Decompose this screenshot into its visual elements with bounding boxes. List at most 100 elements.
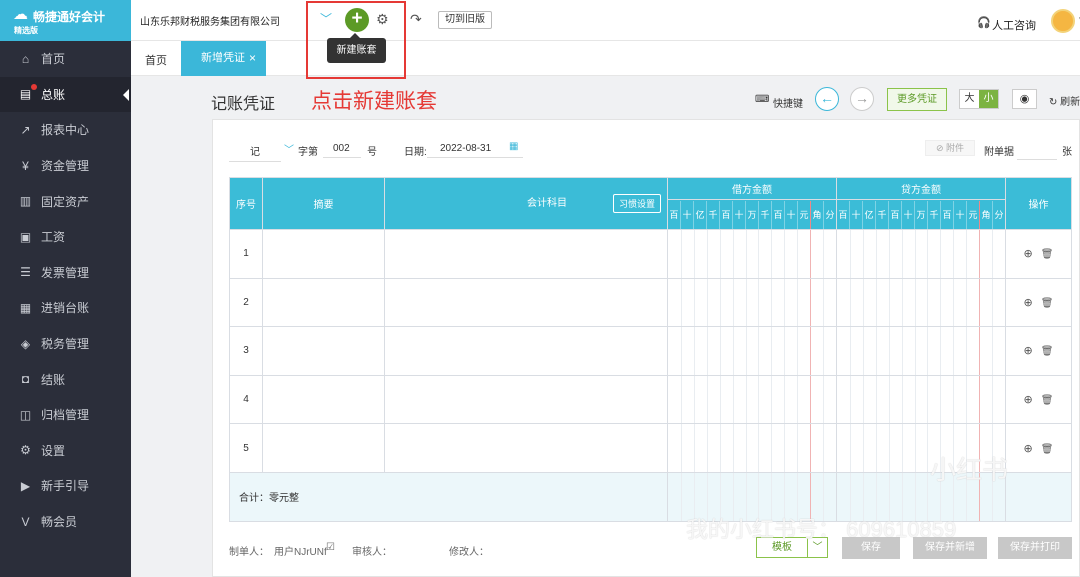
support-link[interactable]: 人工咨询 — [992, 17, 1036, 33]
attachment-button[interactable]: ⊘ 附件 — [925, 140, 975, 156]
digit-gridline — [732, 327, 734, 375]
digit-gridline — [797, 278, 799, 327]
digit-gridline — [771, 375, 773, 424]
account-cell[interactable] — [384, 229, 668, 279]
sidebar-item-10[interactable]: ◫ 归档管理 — [0, 397, 131, 433]
copy-row-icon[interactable]: ⊕ — [1024, 394, 1033, 406]
summary-cell[interactable] — [262, 374, 385, 425]
edit-icon[interactable]: ☑ — [326, 542, 335, 553]
digit-gridline — [745, 424, 747, 472]
ops-header: 操作 — [1005, 177, 1072, 230]
next-voucher-button[interactable]: → — [850, 87, 874, 111]
digit-gridline — [797, 230, 799, 278]
debit-cell[interactable] — [667, 374, 837, 425]
account-cell[interactable] — [384, 374, 668, 425]
voucher-word-select[interactable]: 记 — [229, 143, 281, 162]
sidebar-item-5[interactable]: ▣ 工资 — [0, 219, 131, 255]
sidebar-item-13[interactable]: V 畅会员 — [0, 504, 131, 540]
watermark-id: 我的小红书号： 609610859 — [686, 517, 957, 542]
digit-gridline — [979, 375, 981, 424]
summary-cell[interactable] — [262, 423, 385, 473]
credit-cell[interactable] — [836, 374, 1006, 425]
sidebar-item-11[interactable]: ⚙ 设置 — [0, 433, 131, 469]
avatar[interactable] — [1051, 9, 1075, 33]
account-cell[interactable] — [384, 326, 668, 376]
sidebar-item-label: 工资 — [41, 230, 66, 245]
credit-cell[interactable] — [836, 326, 1006, 376]
summary-cell[interactable] — [262, 229, 385, 279]
app-name: 畅捷通好会计 — [33, 10, 106, 24]
debit-cell[interactable] — [667, 277, 837, 328]
calendar-icon[interactable]: ▦ — [509, 141, 518, 152]
debit-cell[interactable] — [667, 229, 837, 279]
attachment-count-input[interactable] — [1017, 143, 1057, 160]
tab-home[interactable]: 首页 — [145, 52, 167, 68]
sidebar-item-8[interactable]: ◈ 税务管理 — [0, 326, 131, 362]
digit-gridline — [745, 327, 747, 375]
sidebar-item-9[interactable]: ◘ 结账 — [0, 361, 131, 397]
credit-cell[interactable] — [836, 229, 1006, 279]
date-label: 日期: — [404, 147, 427, 158]
sidebar-item-12[interactable]: ▶ 新手引导 — [0, 468, 131, 504]
sidebar-item-3[interactable]: ¥ 资金管理 — [0, 148, 131, 184]
switch-old-version-button[interactable]: 切到旧版 — [438, 11, 492, 29]
sidebar-item-6[interactable]: ☰ 发票管理 — [0, 255, 131, 291]
cloud-logo-icon: ☁ — [13, 6, 28, 23]
delete-row-icon[interactable]: 🗑 — [1041, 444, 1054, 455]
copy-row-icon[interactable]: ⊕ — [1024, 345, 1033, 357]
digit-gridline — [849, 278, 851, 327]
digit-gridline — [706, 327, 708, 375]
debit-cell[interactable] — [667, 326, 837, 376]
refresh-button[interactable]: ↻ 刷新 — [1049, 93, 1080, 108]
shortcut-link[interactable]: 快捷键 — [773, 95, 803, 110]
sidebar-item-1[interactable]: ▤ 总账 — [0, 76, 131, 113]
digit-gridline — [680, 424, 682, 472]
size-large-option[interactable]: 大 — [960, 90, 979, 108]
annotation-text: 点击新建账套 — [311, 90, 437, 113]
debit-cell[interactable] — [667, 423, 837, 473]
sidebar-item-label: 资金管理 — [41, 159, 90, 174]
copy-row-icon[interactable]: ⊕ — [1024, 297, 1033, 309]
account-cell[interactable] — [384, 423, 668, 473]
digit-gridline — [797, 327, 799, 375]
sidebar-item-4[interactable]: ▥ 固定资产 — [0, 183, 131, 219]
voucher-number-input[interactable]: 002 — [323, 143, 361, 158]
close-icon[interactable]: × — [249, 41, 256, 76]
delete-row-icon[interactable]: 🗑 — [1041, 249, 1054, 260]
digit-gridline — [823, 230, 825, 278]
tab-new-voucher[interactable]: 新增凭证 × — [181, 41, 266, 76]
more-vouchers-button[interactable]: 更多凭证 — [887, 88, 947, 111]
habit-settings-button[interactable]: 习惯设置 — [612, 194, 661, 213]
keyboard-icon[interactable]: ⌨ — [755, 94, 769, 105]
chevron-down-icon[interactable]: ﹀ — [284, 141, 294, 156]
attachment-count-label: 附单据 — [984, 147, 1014, 158]
digit-gridline — [875, 375, 877, 424]
digit-gridline — [771, 230, 773, 278]
summary-cell[interactable] — [262, 326, 385, 376]
prev-voucher-button[interactable]: ← — [815, 87, 839, 111]
digit-header: 十 — [902, 200, 915, 229]
copy-row-icon[interactable]: ⊕ — [1024, 443, 1033, 455]
size-small-option[interactable]: 小 — [979, 90, 998, 108]
summary-header: 摘要 — [262, 177, 385, 230]
headset-icon[interactable]: 🎧 — [977, 16, 991, 29]
digit-gridline — [810, 278, 812, 327]
sidebar-nav: ⌂ 首页 ▤ 总账 ↗ 报表中心 ¥ 资金管理 ▥ 固定资产 ▣ 工资 ☰ 发票管理 ▦ 进销台账 ◈ 税务管理 ◘… — [0, 41, 131, 539]
app-logo[interactable]: ☁ 畅捷通好会计 精选版 — [0, 0, 131, 41]
sidebar-item-0[interactable]: ⌂ 首页 — [0, 41, 131, 77]
credit-cell[interactable] — [836, 277, 1006, 328]
share-icon[interactable]: ↷ — [410, 11, 422, 28]
delete-row-icon[interactable]: 🗑 — [1041, 346, 1054, 357]
company-selector[interactable]: 山东乐邦财税服务集团有限公司 — [140, 13, 280, 28]
save-and-print-button[interactable]: 保存并打印 — [998, 537, 1072, 559]
account-cell[interactable] — [384, 277, 668, 328]
word-suffix-label: 字第 — [298, 147, 318, 158]
sidebar-item-7[interactable]: ▦ 进销台账 — [0, 290, 131, 326]
summary-cell[interactable] — [262, 277, 385, 328]
delete-row-icon[interactable]: 🗑 — [1041, 298, 1054, 309]
copy-row-icon[interactable]: ⊕ — [1024, 248, 1033, 260]
delete-row-icon[interactable]: 🗑 — [1041, 395, 1054, 406]
digit-gridline — [680, 472, 682, 521]
sidebar-item-2[interactable]: ↗ 报表中心 — [0, 112, 131, 148]
eye-icon[interactable]: ◉ — [1012, 89, 1037, 109]
